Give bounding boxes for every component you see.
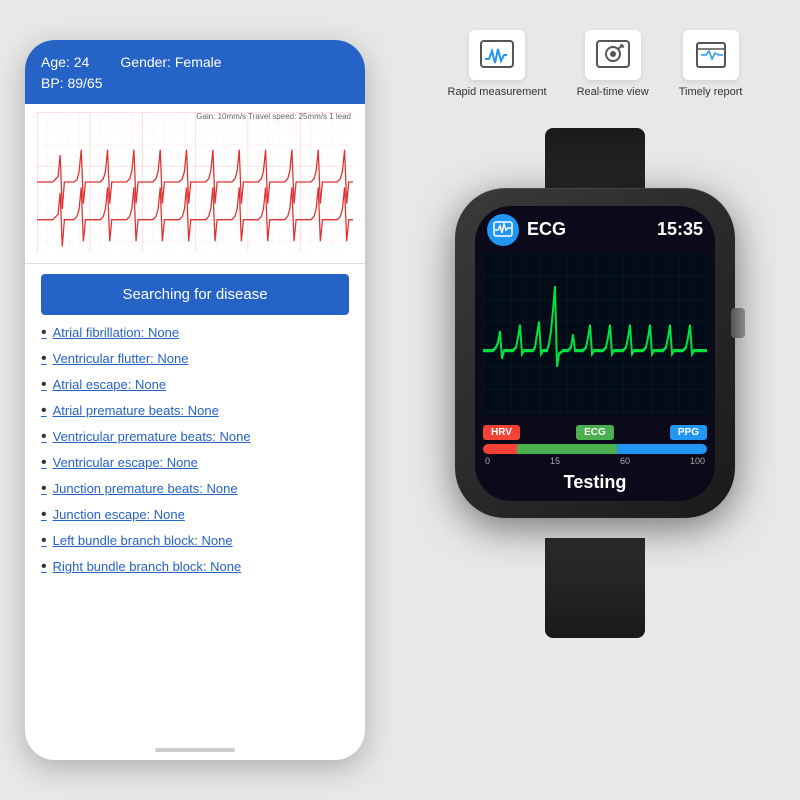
rapid-measurement-icon bbox=[479, 39, 515, 71]
ppg-progress bbox=[617, 444, 707, 454]
ecg-svg bbox=[37, 112, 353, 252]
disease-list-item: Ventricular escape: None bbox=[41, 455, 349, 471]
rapid-measurement-label: Rapid measurement bbox=[448, 86, 547, 98]
feature-realtime-view: Real-time view bbox=[577, 30, 649, 98]
watch-crown bbox=[731, 308, 745, 338]
age-label: Age: 24 bbox=[41, 54, 89, 70]
feature-rapid-measurement: Rapid measurement bbox=[448, 30, 547, 98]
disease-list-item: Right bundle branch block: None bbox=[41, 559, 349, 575]
tick-15: 15 bbox=[550, 456, 560, 466]
phone-header: Age: 24 Gender: Female BP: 89/65 bbox=[25, 40, 365, 104]
tick-60: 60 bbox=[620, 456, 630, 466]
disease-list-item: Atrial fibrillation: None bbox=[41, 325, 349, 341]
disease-list-item: Ventricular premature beats: None bbox=[41, 429, 349, 445]
watch-body: ECG 15:35 bbox=[455, 138, 735, 598]
watch-screen: ECG 15:35 bbox=[475, 206, 715, 501]
phone-bottom-bar bbox=[155, 748, 235, 752]
measurement-bars: HRV ECG PPG 0 15 60 bbox=[475, 419, 715, 468]
right-panel: Rapid measurement Real-time view bbox=[390, 0, 800, 800]
screen-topbar: ECG 15:35 bbox=[475, 206, 715, 250]
ecg-chart-area: Gain: 10mm/s Travel speed: 25mm/s 1 lead bbox=[25, 104, 365, 264]
bp-label: BP: 89/65 bbox=[41, 73, 349, 94]
disease-list-item: Atrial escape: None bbox=[41, 377, 349, 393]
realtime-view-icon bbox=[595, 39, 631, 71]
timely-report-icon bbox=[693, 39, 729, 71]
bar-numbers: 0 15 60 100 bbox=[483, 456, 707, 466]
ecg-waveform-area bbox=[475, 250, 715, 419]
tick-100: 100 bbox=[690, 456, 705, 466]
left-panel: Age: 24 Gender: Female BP: 89/65 Gain: 1… bbox=[0, 0, 390, 800]
hrv-progress bbox=[483, 444, 517, 454]
disease-list-item: Junction escape: None bbox=[41, 507, 349, 523]
realtime-view-icon-box bbox=[585, 30, 641, 80]
ppg-label: PPG bbox=[670, 425, 707, 440]
rapid-measurement-icon-box bbox=[469, 30, 525, 80]
timely-report-icon-box bbox=[683, 30, 739, 80]
ecg-app-icon bbox=[487, 214, 519, 246]
watch-case: ECG 15:35 bbox=[455, 188, 735, 518]
watch-container: ECG 15:35 bbox=[425, 118, 765, 618]
gender-label: Gender: Female bbox=[120, 54, 221, 70]
phone-mockup: Age: 24 Gender: Female BP: 89/65 Gain: 1… bbox=[25, 40, 365, 760]
tick-0: 0 bbox=[485, 456, 490, 466]
features-row: Rapid measurement Real-time view bbox=[448, 30, 743, 98]
screen-app-name: ECG bbox=[527, 219, 649, 240]
realtime-view-label: Real-time view bbox=[577, 86, 649, 98]
disease-list-item: Junction premature beats: None bbox=[41, 481, 349, 497]
progress-bar bbox=[483, 444, 707, 454]
disease-list-item: Ventricular flutter: None bbox=[41, 351, 349, 367]
screen-time: 15:35 bbox=[657, 219, 703, 240]
bars-labels: HRV ECG PPG bbox=[483, 425, 707, 440]
ecg-waveform-icon bbox=[493, 221, 513, 239]
hrv-label: HRV bbox=[483, 425, 520, 440]
ecg-label: ECG bbox=[576, 425, 614, 440]
testing-status: Testing bbox=[475, 468, 715, 501]
watch-ecg-svg bbox=[483, 254, 707, 415]
timely-report-label: Timely report bbox=[679, 86, 743, 98]
disease-list: Atrial fibrillation: None Ventricular flu… bbox=[25, 325, 365, 740]
disease-list-item: Atrial premature beats: None bbox=[41, 403, 349, 419]
disease-list-item: Left bundle branch block: None bbox=[41, 533, 349, 549]
feature-timely-report: Timely report bbox=[679, 30, 743, 98]
chart-label: Gain: 10mm/s Travel speed: 25mm/s 1 lead bbox=[196, 112, 351, 121]
search-disease-button[interactable]: Searching for disease bbox=[41, 274, 349, 315]
watch-band-bottom bbox=[545, 538, 645, 638]
ecg-progress bbox=[517, 444, 618, 454]
